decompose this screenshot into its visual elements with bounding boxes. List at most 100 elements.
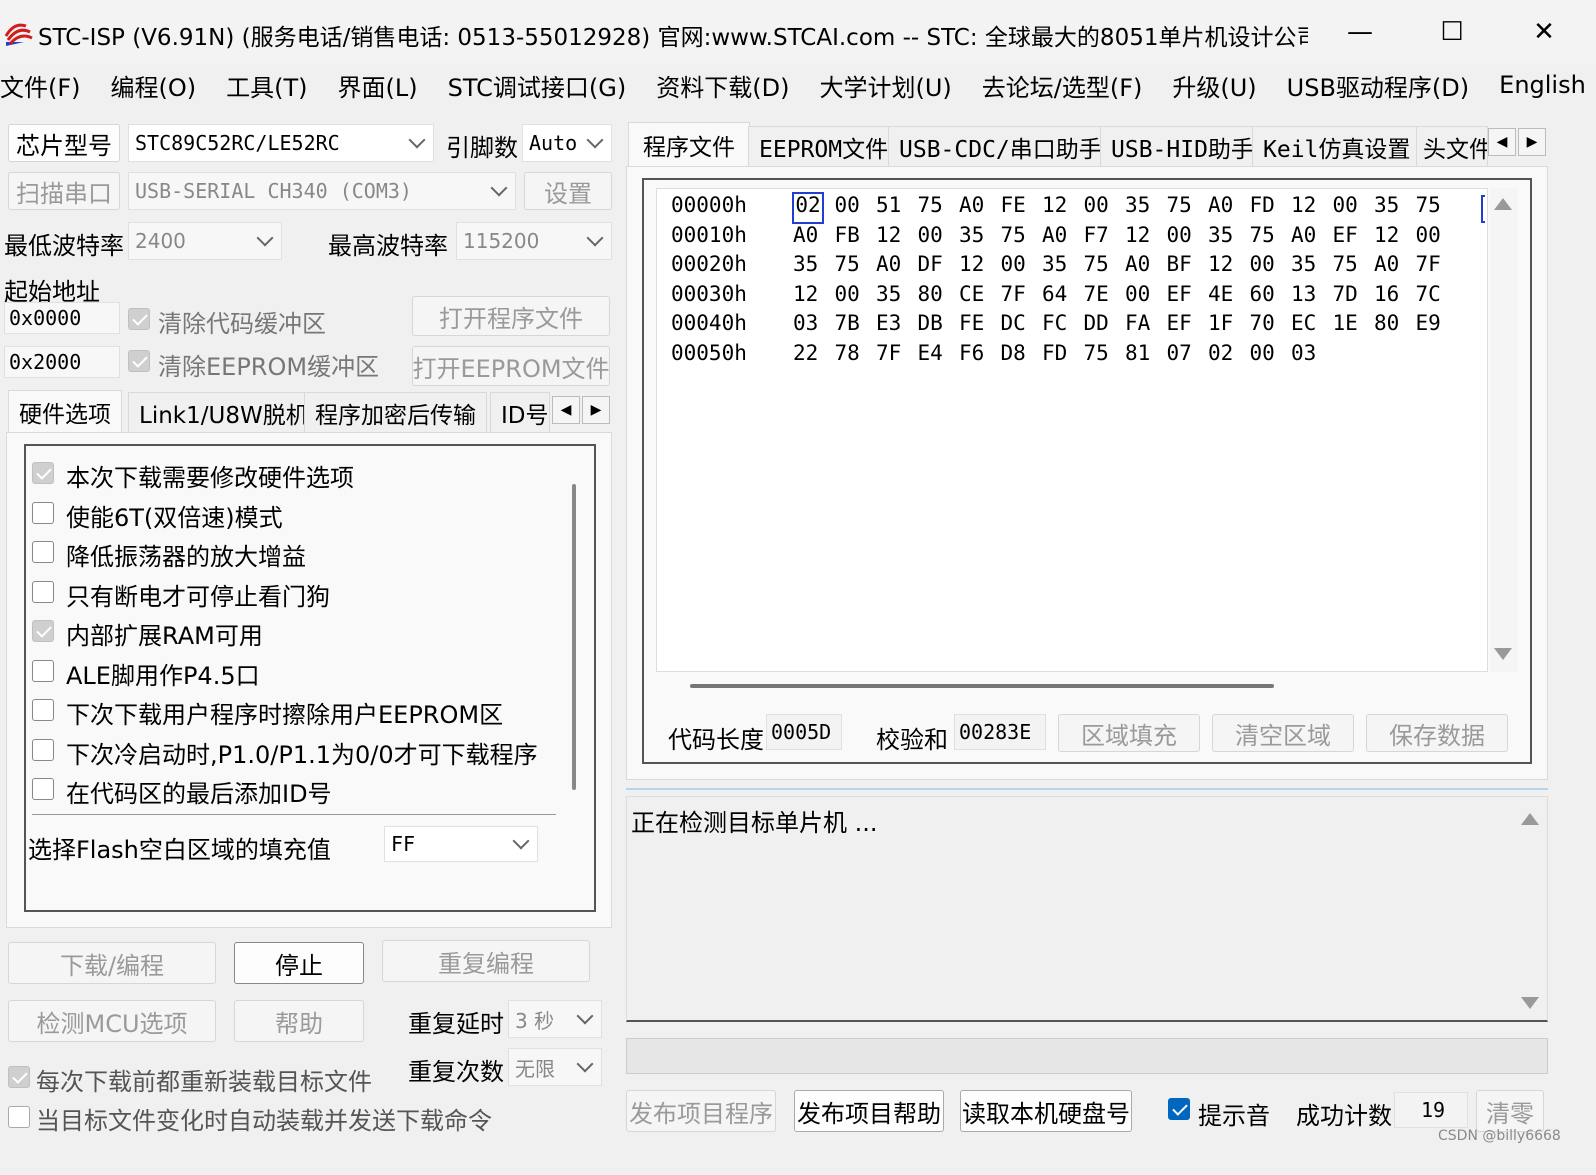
open-program-file-button[interactable]: 打开程序文件 xyxy=(412,296,610,336)
tab-usb-cdc[interactable]: USB-CDC/串口助手 xyxy=(888,126,1113,166)
menu-tools[interactable]: 工具(T) xyxy=(226,68,319,103)
fill-area-button[interactable]: 区域填充 xyxy=(1058,714,1200,752)
read-disk-id-button[interactable]: 读取本机硬盘号 xyxy=(960,1090,1132,1132)
hex-byte[interactable]: FB xyxy=(835,223,877,253)
hex-byte[interactable]: 35 xyxy=(793,252,835,282)
hardware-option-row[interactable]: 在代码区的最后添加ID号 xyxy=(30,772,550,808)
hex-byte[interactable]: EF xyxy=(1167,311,1209,341)
hex-byte[interactable]: A0 xyxy=(1208,193,1250,223)
chip-model-button[interactable]: 芯片型号 xyxy=(8,124,120,162)
hex-byte[interactable]: 81 xyxy=(1125,341,1167,371)
hex-byte[interactable]: 00 xyxy=(835,282,877,312)
menu-forum[interactable]: 去论坛/选型(F) xyxy=(982,68,1155,103)
hex-byte[interactable]: E4 xyxy=(918,341,960,371)
hex-byte[interactable]: 00 xyxy=(835,193,877,223)
hex-byte[interactable]: 64 xyxy=(1042,282,1084,312)
hex-byte[interactable]: 00 xyxy=(1250,252,1292,282)
hex-byte[interactable]: 7E xyxy=(1084,282,1126,312)
save-data-button[interactable]: 保存数据 xyxy=(1366,714,1508,752)
hex-byte[interactable]: 7B xyxy=(835,311,877,341)
maximize-button[interactable]: ☐ xyxy=(1406,0,1498,64)
menu-file[interactable]: 文件(F) xyxy=(0,68,93,103)
menu-debug-interface[interactable]: STC调试接口(G) xyxy=(448,68,639,103)
flash-fill-select[interactable]: FF xyxy=(384,826,538,862)
option-checkbox[interactable] xyxy=(32,541,54,563)
hex-byte[interactable]: FC xyxy=(1042,311,1084,341)
chip-model-select[interactable]: STC89C52RC/LE52RC xyxy=(128,124,434,162)
hex-byte[interactable]: EC xyxy=(1291,311,1333,341)
hex-byte[interactable]: 12 xyxy=(959,252,1001,282)
min-baud-select[interactable]: 2400 xyxy=(128,222,282,260)
hex-byte[interactable]: 00 xyxy=(1416,223,1458,253)
tab-eeprom-file[interactable]: EEPROM文件 xyxy=(748,126,900,166)
hex-byte[interactable]: A0 xyxy=(793,223,835,253)
options-scrollbar[interactable] xyxy=(572,484,576,790)
option-checkbox[interactable] xyxy=(32,659,54,682)
hex-byte[interactable]: 12 xyxy=(1291,193,1333,223)
hex-view[interactable]: 00000h 02 00 51 75 A0 FE 12 00 35 75 A0 FD 12 00 35 75 00… xyxy=(656,188,1488,672)
repeat-delay-select[interactable]: 3 秒 xyxy=(508,1000,602,1038)
hex-byte[interactable]: A0 xyxy=(1291,223,1333,253)
tab-usb-hid[interactable]: USB-HID助手 xyxy=(1100,126,1265,166)
clear-area-button[interactable]: 清空区域 xyxy=(1212,714,1354,752)
hex-byte[interactable]: 1E xyxy=(1333,311,1375,341)
stop-button[interactable]: 停止 xyxy=(234,942,364,984)
hex-byte[interactable]: DC xyxy=(1001,311,1043,341)
hex-byte[interactable]: FE xyxy=(1001,193,1043,223)
option-checkbox[interactable] xyxy=(32,738,54,761)
hex-byte[interactable]: DD xyxy=(1084,311,1126,341)
hex-byte[interactable]: 1F xyxy=(1208,311,1250,341)
hex-byte[interactable]: DF xyxy=(918,252,960,282)
hex-byte[interactable]: 35 xyxy=(1208,223,1250,253)
hex-byte[interactable]: A0 xyxy=(959,193,1001,223)
hex-byte[interactable]: FD xyxy=(1250,193,1292,223)
hex-byte[interactable]: 00 xyxy=(1001,252,1043,282)
hardware-option-row[interactable]: 降低振荡器的放大增益 xyxy=(30,535,550,571)
hex-byte[interactable]: 03 xyxy=(1291,341,1333,371)
hex-byte[interactable]: A0 xyxy=(1374,252,1416,282)
hardware-option-row[interactable]: 下次冷启动时,P1.0/P1.1为0/0才可下载程序 xyxy=(30,733,550,769)
hex-byte[interactable]: EF xyxy=(1167,282,1209,312)
hex-byte[interactable]: 75 xyxy=(1001,223,1043,253)
pin-count-select[interactable]: Auto xyxy=(522,124,612,162)
tab-hardware-options[interactable]: 硬件选项 xyxy=(8,390,122,432)
scan-port-button[interactable]: 扫描串口 xyxy=(8,172,120,210)
menu-upgrade[interactable]: 升级(U) xyxy=(1172,68,1268,103)
menu-downloads[interactable]: 资料下载(D) xyxy=(656,68,801,103)
tab-scroll-left-icon[interactable]: ◀ xyxy=(552,396,580,424)
tab-encrypted-transfer[interactable]: 程序加密后传输 xyxy=(304,392,487,432)
detect-mcu-options-button[interactable]: 检测MCU选项 xyxy=(8,1000,216,1042)
hex-byte[interactable]: E9 xyxy=(1416,311,1458,341)
hex-byte[interactable]: 75 xyxy=(1333,252,1375,282)
hardware-option-row[interactable]: 下次下载用户程序时擦除用户EEPROM区 xyxy=(30,693,550,729)
hex-byte[interactable]: 35 xyxy=(1042,252,1084,282)
hex-byte[interactable]: 78 xyxy=(835,341,877,371)
hex-byte[interactable]: DB xyxy=(918,311,960,341)
hex-byte[interactable]: 00 xyxy=(1333,193,1375,223)
hex-byte[interactable]: FE xyxy=(959,311,1001,341)
hex-byte[interactable]: BF xyxy=(1167,252,1209,282)
max-baud-select[interactable]: 115200 xyxy=(456,222,612,260)
menu-usb-driver[interactable]: USB驱动程序(D) xyxy=(1287,68,1481,103)
menu-interface[interactable]: 界面(L) xyxy=(338,68,430,103)
hardware-option-row[interactable]: 本次下载需要修改硬件选项 xyxy=(30,456,550,492)
tab-id[interactable]: ID号 xyxy=(490,392,550,432)
hex-byte[interactable]: 80 xyxy=(1374,311,1416,341)
hex-byte[interactable]: 4E xyxy=(1208,282,1250,312)
option-checkbox[interactable] xyxy=(32,462,54,484)
hex-byte[interactable]: 35 xyxy=(959,223,1001,253)
hex-byte[interactable]: 07 xyxy=(1167,341,1209,371)
hex-byte[interactable]: 12 xyxy=(876,223,918,253)
option-checkbox[interactable] xyxy=(32,699,54,721)
open-eeprom-file-button[interactable]: 打开EEPROM文件 xyxy=(412,346,610,386)
menu-program[interactable]: 编程(O) xyxy=(111,68,209,103)
clear-count-button[interactable]: 清零 xyxy=(1476,1090,1544,1132)
auto-load-checkbox[interactable] xyxy=(8,1106,30,1128)
option-checkbox[interactable] xyxy=(32,501,54,524)
hex-byte[interactable]: A0 xyxy=(1125,252,1167,282)
hex-byte[interactable]: FA xyxy=(1125,311,1167,341)
repeat-count-select[interactable]: 无限 xyxy=(508,1048,602,1086)
log-scroll-down-icon[interactable] xyxy=(1521,997,1539,1009)
minimize-button[interactable]: — xyxy=(1314,0,1406,64)
hardware-option-row[interactable]: ALE脚用作P4.5口 xyxy=(30,654,550,690)
